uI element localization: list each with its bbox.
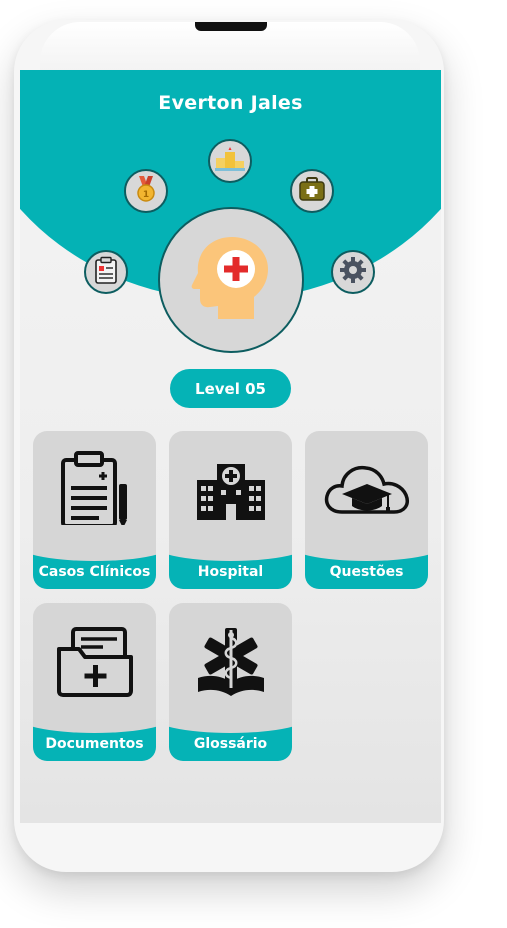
medal-icon: 1: [133, 175, 159, 207]
avatar[interactable]: [158, 207, 304, 353]
menu-tile-label: Documentos: [45, 736, 144, 752]
menu-tile-glossario[interactable]: Glossário: [169, 603, 292, 761]
medal-button[interactable]: 1: [124, 169, 168, 213]
level-badge: Level 05: [170, 369, 291, 408]
first-aid-kit-icon: [298, 176, 326, 206]
first-aid-button[interactable]: [290, 169, 334, 213]
podium-icon: [215, 147, 245, 175]
menu-tile-label: Casos Clínicos: [38, 564, 151, 580]
phone-notch: [195, 22, 267, 31]
menu-tile-label: Glossário: [193, 736, 268, 752]
settings-button[interactable]: [331, 250, 375, 294]
user-name: Everton Jales: [158, 92, 303, 114]
clipboard-button[interactable]: [84, 250, 128, 294]
podium-button[interactable]: [208, 139, 252, 183]
menu-tile-documentos[interactable]: Documentos: [33, 603, 156, 761]
menu-tile-hospital[interactable]: Hospital: [169, 431, 292, 589]
menu-tile-label: Hospital: [197, 564, 264, 580]
head-medical-cross-icon: [188, 233, 274, 327]
app-screen: Everton Jales 1 Level 05 Casos Clínicos …: [20, 70, 441, 823]
menu-tile-questoes[interactable]: Questões: [305, 431, 428, 589]
clipboard-icon: [93, 256, 119, 288]
svg-text:1: 1: [143, 190, 149, 200]
menu-tile-casos-clinicos[interactable]: Casos Clínicos: [33, 431, 156, 589]
gear-icon: [339, 256, 367, 288]
menu-tile-label: Questões: [329, 564, 404, 580]
